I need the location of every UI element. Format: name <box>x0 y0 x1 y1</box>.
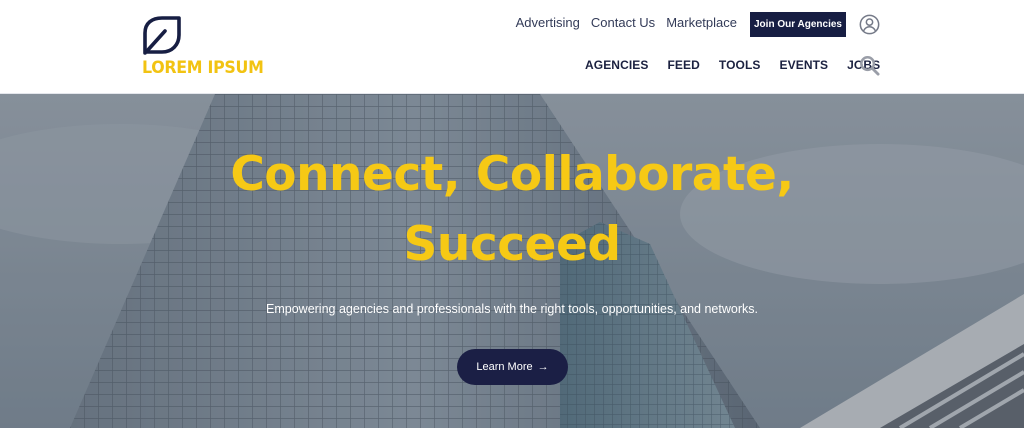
advertising-link[interactable]: Advertising <box>516 15 580 30</box>
arrow-right-icon: → <box>537 361 549 373</box>
hero-title-line2: Succeed <box>403 217 621 272</box>
learn-more-label: Learn More <box>476 361 533 373</box>
nav-events[interactable]: EVENTS <box>780 58 829 72</box>
nav-tools[interactable]: TOOLS <box>719 58 761 72</box>
contact-us-link[interactable]: Contact Us <box>591 15 655 30</box>
user-circle-icon[interactable] <box>859 14 880 35</box>
join-agencies-button[interactable]: Join Our Agencies <box>750 12 846 37</box>
logo[interactable]: LOREM IPSUM <box>141 15 264 81</box>
hero-subtitle: Empowering agencies and professionals wi… <box>266 302 758 316</box>
utility-nav: Advertising Contact Us Marketplace <box>516 15 737 30</box>
hero-section: Connect, Collaborate, Succeed Empowering… <box>0 94 1024 428</box>
hero-title-line1: Connect, Collaborate, <box>230 147 794 202</box>
main-nav: AGENCIES FEED TOOLS EVENTS JOBS <box>585 58 899 72</box>
brand-name: LOREM IPSUM <box>142 58 264 78</box>
search-icon[interactable] <box>859 55 880 76</box>
leaf-icon <box>143 16 181 55</box>
nav-feed[interactable]: FEED <box>667 58 699 72</box>
marketplace-link[interactable]: Marketplace <box>666 15 737 30</box>
learn-more-button[interactable]: Learn More → <box>457 349 568 385</box>
site-header: LOREM IPSUM Advertising Contact Us Marke… <box>0 0 1024 94</box>
hero-title: Connect, Collaborate, Succeed <box>0 140 1024 280</box>
nav-agencies[interactable]: AGENCIES <box>585 58 648 72</box>
